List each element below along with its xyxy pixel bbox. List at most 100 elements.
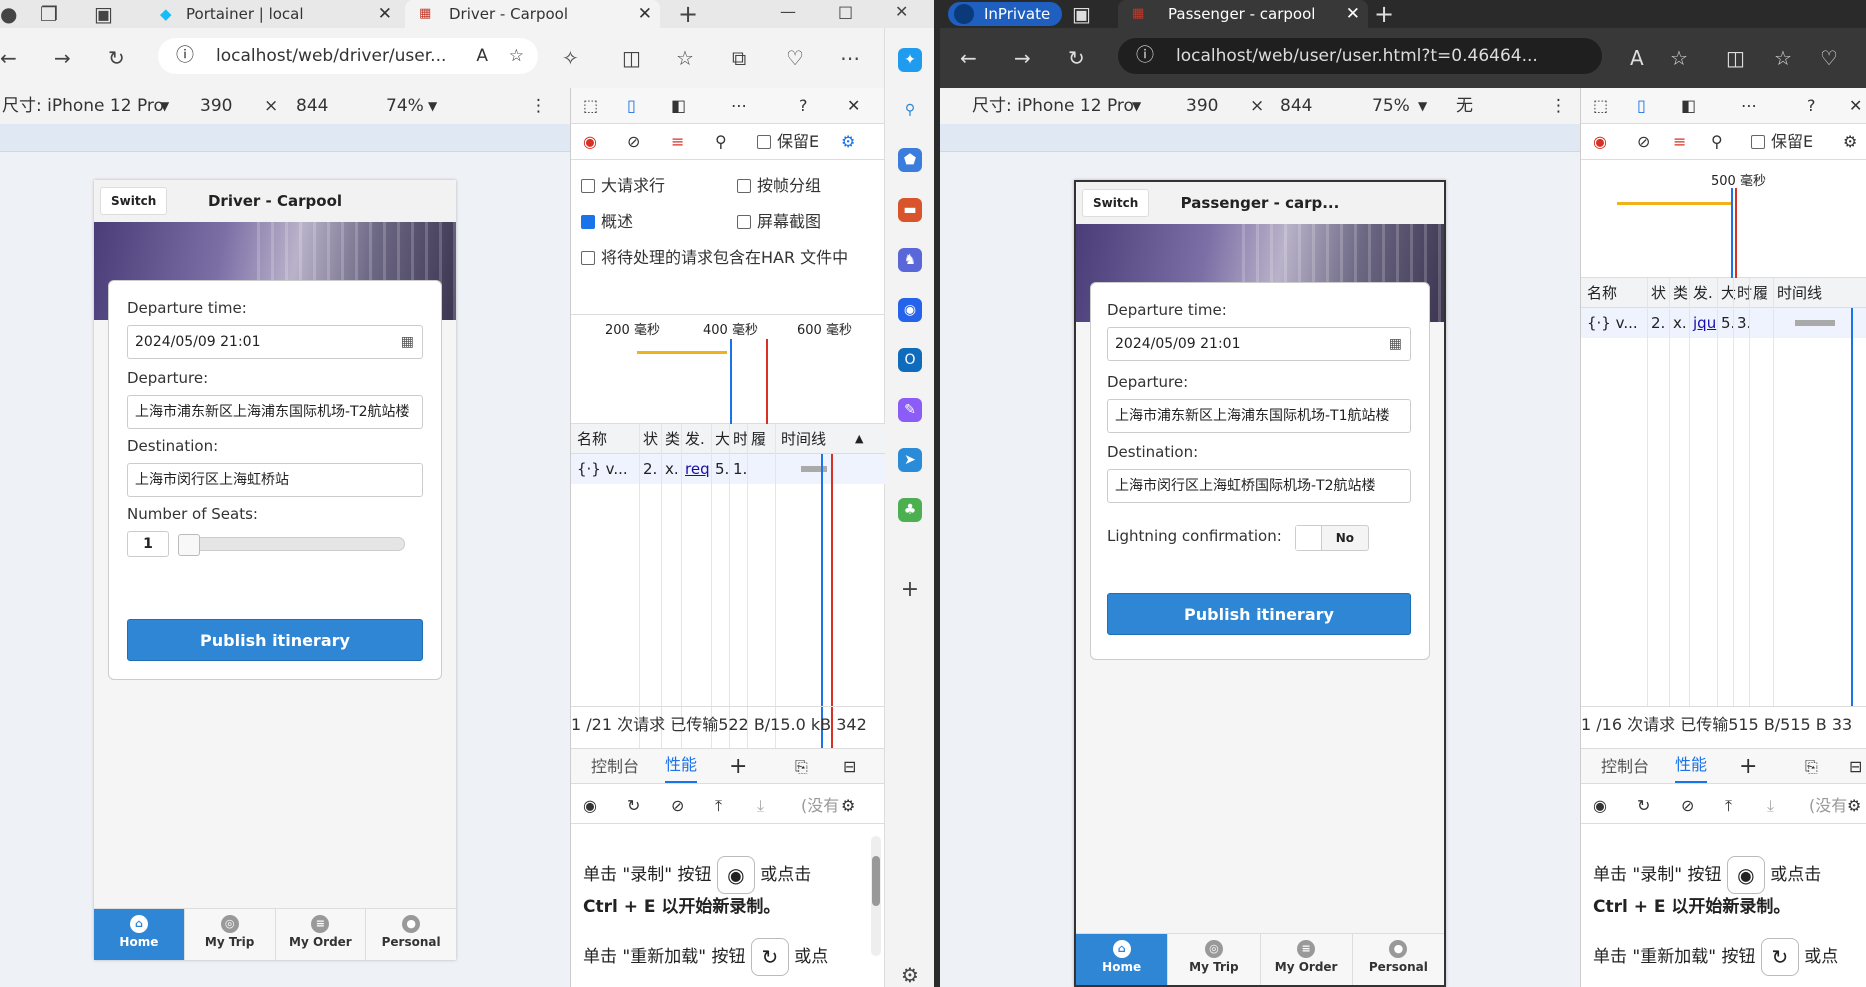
seats-slider-track[interactable] [178, 534, 405, 556]
initiator-link[interactable]: jqu [1693, 308, 1716, 338]
close-devtools-icon[interactable]: ✕ [847, 88, 860, 124]
dock-icon[interactable]: ◧ [671, 88, 686, 124]
nav-my-order[interactable]: ≡ My Order [1261, 934, 1353, 985]
more-tools-icon[interactable]: ⋯ [1741, 88, 1757, 124]
overview-option[interactable]: 概述 [581, 208, 633, 232]
column-header[interactable]: 类 [1673, 278, 1688, 308]
column-header[interactable]: 状 [1651, 278, 1666, 308]
tab-passenger-carpool[interactable]: ▦ Passenger - carpool ✕ [1118, 0, 1368, 28]
collapse-drawer-icon[interactable]: ⊟ [1849, 749, 1862, 785]
favorites-icon[interactable]: ☆ [1774, 46, 1792, 70]
more-tools-icon[interactable]: ⋯ [731, 88, 747, 124]
add-tab-icon[interactable]: + [1739, 749, 1757, 785]
column-header[interactable]: 大 [715, 424, 730, 454]
tab-driver-carpool[interactable]: ▦ Driver - Carpool ✕ [405, 0, 660, 28]
add-tab-icon[interactable]: + [729, 749, 747, 785]
column-header[interactable]: 名称 [1587, 278, 1617, 308]
device-select[interactable]: 尺寸: iPhone 12 Pro [972, 88, 1134, 124]
close-tab-icon[interactable]: ✕ [1346, 0, 1360, 28]
switch-button[interactable]: Switch [100, 187, 168, 215]
throttle-select[interactable]: 无 [1456, 88, 1473, 124]
departure-time-input[interactable]: 2024/05/09 21:01 ▦ [127, 325, 423, 359]
clear-icon[interactable]: ⊘ [1681, 788, 1694, 824]
refresh-icon[interactable]: ↻ [1068, 46, 1085, 70]
reload-record-icon[interactable]: ↻ [1637, 788, 1650, 824]
filter-icon[interactable]: ≡ [1673, 124, 1686, 160]
download-icon[interactable]: ⤓ [1767, 788, 1774, 824]
more-options-icon[interactable]: ⋮ [1550, 88, 1567, 124]
reload-record-icon[interactable]: ↻ [627, 788, 640, 824]
sidebar-settings-icon[interactable]: ⚙ [898, 963, 922, 987]
scrollbar-thumb[interactable] [872, 856, 880, 906]
clear-icon[interactable]: ⊘ [671, 788, 684, 824]
download-icon[interactable]: ⤓ [757, 788, 764, 824]
network-settings-icon[interactable]: ⚙ [841, 124, 855, 160]
clear-icon[interactable]: ⊘ [1637, 124, 1650, 160]
browser-essentials-icon[interactable]: ♡ [786, 46, 804, 70]
address-bar[interactable]: ⓘ localhost/web/user/user.html?t=0.46464… [1118, 38, 1602, 74]
publish-itinerary-button[interactable]: Publish itinerary [127, 619, 423, 661]
har-option[interactable]: 将待处理的请求包含在HAR 文件中 [581, 244, 848, 268]
big-rows-option[interactable]: 大请求行 [581, 172, 665, 196]
dock-drawer-icon[interactable]: ⎘ [1805, 749, 1818, 785]
device-select[interactable]: 尺寸: iPhone 12 Pro [2, 88, 164, 124]
preserve-log-checkbox[interactable]: 保留E [1751, 124, 1813, 160]
help-icon[interactable]: ? [799, 88, 808, 124]
nav-my-order[interactable]: ≡ My Order [276, 909, 367, 960]
copilot-icon[interactable]: ✦ [898, 48, 922, 72]
refresh-icon[interactable]: ↻ [108, 46, 125, 70]
help-icon[interactable]: ? [1807, 88, 1816, 124]
search-icon[interactable]: ⚲ [715, 124, 727, 160]
destination-input[interactable]: 上海市闵行区上海虹桥国际机场-T2航站楼 [1107, 469, 1411, 503]
lightning-toggle[interactable]: No [1295, 525, 1369, 551]
shopping-tag-icon[interactable]: ⬟ [898, 148, 922, 172]
switch-button[interactable]: Switch [1082, 189, 1150, 217]
tab-console[interactable]: 控制台 [591, 749, 639, 785]
upload-icon[interactable]: ⤒ [715, 788, 722, 824]
forward-icon[interactable]: → [1014, 46, 1031, 70]
m365-icon[interactable]: ◉ [898, 298, 922, 322]
perf-settings-icon[interactable]: ⚙ [1847, 788, 1861, 824]
settings-more-icon[interactable]: ⋯ [840, 46, 860, 70]
destination-input[interactable]: 上海市闵行区上海虹桥站 [127, 463, 423, 497]
preserve-log-checkbox[interactable]: 保留E [757, 124, 819, 160]
tab-console[interactable]: 控制台 [1601, 749, 1649, 785]
read-aloud-icon[interactable]: A [1630, 46, 1644, 70]
games-icon[interactable]: ♞ [898, 248, 922, 272]
window-close-icon[interactable]: ✕ [895, 0, 908, 24]
table-row[interactable]: {·} v... 2. x. jqu 5. 3. [1581, 308, 1866, 338]
profile-select[interactable]: (没有 [801, 788, 839, 824]
browser-essentials-icon[interactable]: ♡ [1820, 46, 1838, 70]
column-header[interactable]: 履 [1753, 278, 1768, 308]
split-screen-icon[interactable]: ◫ [622, 46, 641, 70]
record-icon[interactable]: ◉ [583, 788, 597, 824]
group-frames-option[interactable]: 按帧分组 [737, 172, 821, 196]
zoom-select[interactable]: 74% [386, 88, 424, 124]
inspect-icon[interactable]: ⬚ [583, 88, 598, 124]
search-icon[interactable]: ⚲ [1711, 124, 1723, 160]
tree-icon[interactable]: ♣ [898, 498, 922, 522]
add-sidebar-icon[interactable]: + [898, 578, 922, 602]
column-header[interactable]: 时间线 [1777, 278, 1822, 308]
column-header[interactable]: 状 [643, 424, 658, 454]
outlook-icon[interactable]: O [898, 348, 922, 372]
new-tab-icon[interactable]: + [1374, 2, 1394, 26]
sort-ascending-icon[interactable]: ▲ [855, 424, 863, 454]
telegram-icon[interactable]: ➤ [898, 448, 922, 472]
more-options-icon[interactable]: ⋮ [530, 88, 547, 124]
calendar-icon[interactable]: ▦ [401, 326, 414, 358]
column-header[interactable]: 发. [1693, 278, 1713, 308]
favorites-icon[interactable]: ☆ [676, 46, 694, 70]
workspaces-icon[interactable]: ❐ [40, 2, 58, 26]
search-icon[interactable]: ⚲ [898, 98, 922, 122]
nav-home[interactable]: ⌂ Home [94, 909, 185, 960]
split-screen-icon[interactable]: ◫ [1726, 46, 1745, 70]
scrollbar[interactable] [871, 836, 881, 956]
device-mode-icon[interactable]: ▯ [1637, 88, 1646, 124]
extensions-icon[interactable]: ✧ [562, 46, 579, 70]
departure-input[interactable]: 上海市浦东新区上海浦东国际机场-T1航站楼 [1107, 399, 1411, 433]
device-height-input[interactable]: 844 [1280, 88, 1312, 124]
initiator-link[interactable]: req [685, 454, 710, 484]
dock-icon[interactable]: ◧ [1681, 88, 1696, 124]
tab-performance[interactable]: 性能 [665, 749, 698, 783]
